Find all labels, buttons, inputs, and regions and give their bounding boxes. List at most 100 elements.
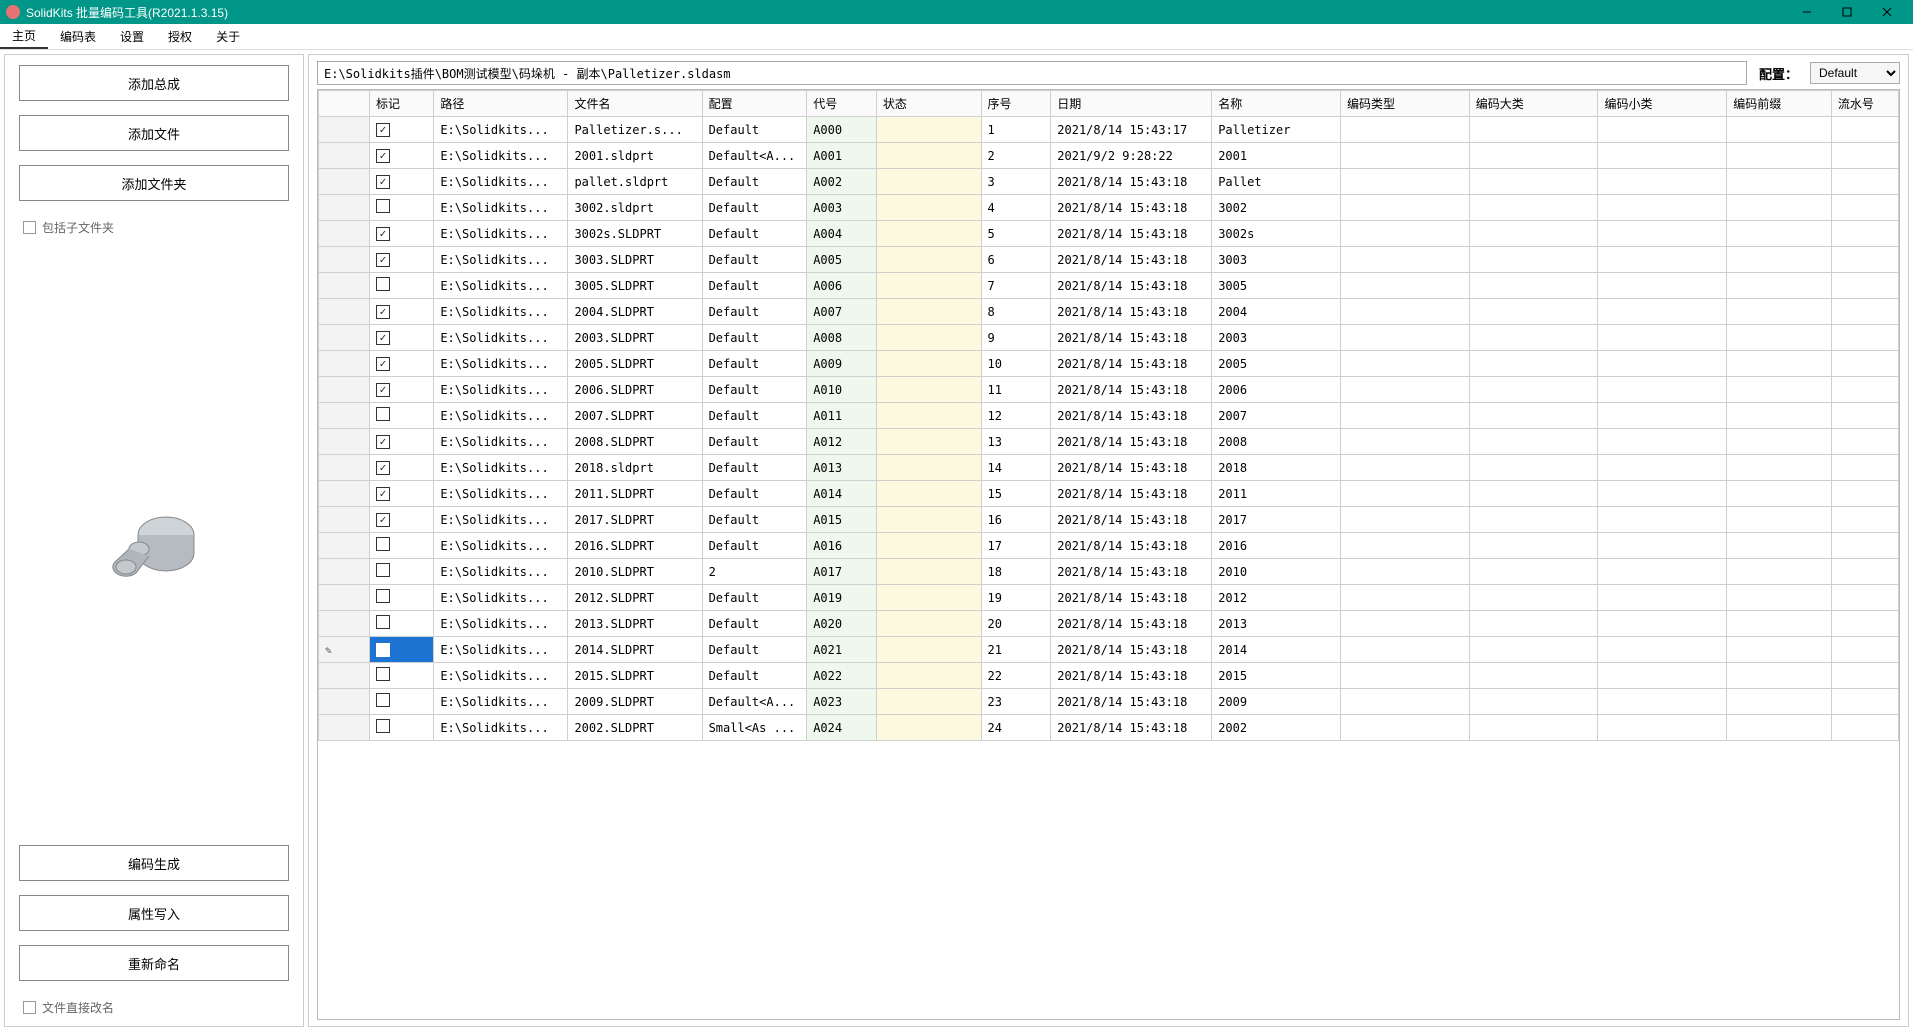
table-row[interactable]: E:\Solidkits...2017.SLDPRTDefaultA015162… bbox=[319, 507, 1899, 533]
data-grid[interactable]: 标记路径文件名配置代号状态序号日期名称编码类型编码大类编码小类编码前缀流水号 E… bbox=[317, 89, 1900, 1020]
cell-code[interactable]: A015 bbox=[807, 507, 877, 533]
menubar-item-4[interactable]: 关于 bbox=[204, 24, 252, 49]
mark-checkbox-cell[interactable] bbox=[369, 585, 433, 611]
col-header-ecbig[interactable]: 编码大类 bbox=[1469, 91, 1598, 117]
table-row[interactable]: E:\Solidkits...pallet.sldprtDefaultA0023… bbox=[319, 169, 1899, 195]
cell-ecsmall[interactable] bbox=[1598, 325, 1727, 351]
cell-ectype[interactable] bbox=[1340, 273, 1469, 299]
cell-ectype[interactable] bbox=[1340, 663, 1469, 689]
cell-date[interactable]: 2021/8/14 15:43:18 bbox=[1051, 663, 1212, 689]
cell-filename[interactable]: 2015.SLDPRT bbox=[568, 663, 702, 689]
cell-serial[interactable] bbox=[1831, 455, 1898, 481]
cell-config[interactable]: Default bbox=[702, 507, 807, 533]
row-header[interactable] bbox=[319, 247, 370, 273]
cell-seq[interactable]: 9 bbox=[981, 325, 1051, 351]
cell-prefix[interactable] bbox=[1727, 507, 1832, 533]
cell-serial[interactable] bbox=[1831, 247, 1898, 273]
cell-path[interactable]: E:\Solidkits... bbox=[434, 195, 568, 221]
cell-path[interactable]: E:\Solidkits... bbox=[434, 273, 568, 299]
cell-state[interactable] bbox=[876, 273, 981, 299]
table-row[interactable]: E:\Solidkits...Palletizer.s...DefaultA00… bbox=[319, 117, 1899, 143]
table-row[interactable]: E:\Solidkits...2016.SLDPRTDefaultA016172… bbox=[319, 533, 1899, 559]
cell-ecbig[interactable] bbox=[1469, 377, 1598, 403]
table-row[interactable]: E:\Solidkits...3002s.SLDPRTDefaultA00452… bbox=[319, 221, 1899, 247]
cell-state[interactable] bbox=[876, 481, 981, 507]
cell-serial[interactable] bbox=[1831, 143, 1898, 169]
cell-config[interactable]: Default bbox=[702, 195, 807, 221]
cell-name[interactable]: 2018 bbox=[1212, 455, 1341, 481]
col-header-fname[interactable]: 文件名 bbox=[568, 91, 702, 117]
cell-config[interactable]: Default bbox=[702, 351, 807, 377]
mark-checkbox-cell[interactable] bbox=[369, 143, 433, 169]
cell-ecsmall[interactable] bbox=[1598, 117, 1727, 143]
cell-ecbig[interactable] bbox=[1469, 117, 1598, 143]
cell-path[interactable]: E:\Solidkits... bbox=[434, 299, 568, 325]
cell-ecbig[interactable] bbox=[1469, 403, 1598, 429]
cell-prefix[interactable] bbox=[1727, 455, 1832, 481]
cell-config[interactable]: Default<A... bbox=[702, 689, 807, 715]
cell-name[interactable]: 2002 bbox=[1212, 715, 1341, 741]
cell-ecbig[interactable] bbox=[1469, 611, 1598, 637]
cell-config[interactable]: Default bbox=[702, 169, 807, 195]
cell-code[interactable]: A017 bbox=[807, 559, 877, 585]
cell-ecbig[interactable] bbox=[1469, 637, 1598, 663]
cell-name[interactable]: 2010 bbox=[1212, 559, 1341, 585]
cell-prefix[interactable] bbox=[1727, 247, 1832, 273]
table-row[interactable]: E:\Solidkits...2009.SLDPRTDefault<A...A0… bbox=[319, 689, 1899, 715]
cell-prefix[interactable] bbox=[1727, 611, 1832, 637]
add-assembly-button[interactable]: 添加总成 bbox=[19, 65, 289, 101]
table-row[interactable]: E:\Solidkits...2006.SLDPRTDefaultA010112… bbox=[319, 377, 1899, 403]
cell-name[interactable]: 2003 bbox=[1212, 325, 1341, 351]
cell-ectype[interactable] bbox=[1340, 351, 1469, 377]
cell-filename[interactable]: 2014.SLDPRT bbox=[568, 637, 702, 663]
cell-config[interactable]: Default<A... bbox=[702, 143, 807, 169]
cell-date[interactable]: 2021/8/14 15:43:18 bbox=[1051, 429, 1212, 455]
mark-checkbox-cell[interactable] bbox=[369, 273, 433, 299]
cell-ecsmall[interactable] bbox=[1598, 559, 1727, 585]
cell-code[interactable]: A002 bbox=[807, 169, 877, 195]
mark-checkbox-cell[interactable] bbox=[369, 611, 433, 637]
cell-code[interactable]: A021 bbox=[807, 637, 877, 663]
cell-date[interactable]: 2021/8/14 15:43:18 bbox=[1051, 221, 1212, 247]
table-row[interactable]: E:\Solidkits...3003.SLDPRTDefaultA005620… bbox=[319, 247, 1899, 273]
cell-ecsmall[interactable] bbox=[1598, 611, 1727, 637]
mark-checkbox-cell[interactable] bbox=[369, 117, 433, 143]
write-attribute-button[interactable]: 属性写入 bbox=[19, 895, 289, 931]
row-header[interactable] bbox=[319, 611, 370, 637]
cell-date[interactable]: 2021/8/14 15:43:18 bbox=[1051, 169, 1212, 195]
cell-state[interactable] bbox=[876, 351, 981, 377]
cell-seq[interactable]: 23 bbox=[981, 689, 1051, 715]
cell-ectype[interactable] bbox=[1340, 429, 1469, 455]
table-row[interactable]: E:\Solidkits...2005.SLDPRTDefaultA009102… bbox=[319, 351, 1899, 377]
cell-config[interactable]: Default bbox=[702, 273, 807, 299]
cell-name[interactable]: 2001 bbox=[1212, 143, 1341, 169]
cell-ecsmall[interactable] bbox=[1598, 429, 1727, 455]
cell-seq[interactable]: 18 bbox=[981, 559, 1051, 585]
cell-state[interactable] bbox=[876, 429, 981, 455]
cell-ectype[interactable] bbox=[1340, 299, 1469, 325]
cell-prefix[interactable] bbox=[1727, 429, 1832, 455]
cell-state[interactable] bbox=[876, 143, 981, 169]
col-header-mark[interactable]: 标记 bbox=[369, 91, 433, 117]
cell-ecbig[interactable] bbox=[1469, 169, 1598, 195]
cell-config[interactable]: Default bbox=[702, 221, 807, 247]
cell-config[interactable]: Default bbox=[702, 325, 807, 351]
cell-state[interactable] bbox=[876, 637, 981, 663]
cell-code[interactable]: A008 bbox=[807, 325, 877, 351]
cell-prefix[interactable] bbox=[1727, 195, 1832, 221]
mark-checkbox-cell[interactable] bbox=[369, 195, 433, 221]
cell-ectype[interactable] bbox=[1340, 169, 1469, 195]
cell-date[interactable]: 2021/8/14 15:43:18 bbox=[1051, 325, 1212, 351]
minimize-button[interactable] bbox=[1787, 0, 1827, 24]
cell-ecsmall[interactable] bbox=[1598, 377, 1727, 403]
cell-path[interactable]: E:\Solidkits... bbox=[434, 715, 568, 741]
table-row[interactable]: E:\Solidkits...2012.SLDPRTDefaultA019192… bbox=[319, 585, 1899, 611]
row-header[interactable] bbox=[319, 507, 370, 533]
cell-path[interactable]: E:\Solidkits... bbox=[434, 377, 568, 403]
cell-ecsmall[interactable] bbox=[1598, 663, 1727, 689]
col-header-cfg[interactable]: 配置 bbox=[702, 91, 807, 117]
cell-date[interactable]: 2021/8/14 15:43:18 bbox=[1051, 273, 1212, 299]
cell-serial[interactable] bbox=[1831, 169, 1898, 195]
cell-ectype[interactable] bbox=[1340, 715, 1469, 741]
cell-prefix[interactable] bbox=[1727, 351, 1832, 377]
